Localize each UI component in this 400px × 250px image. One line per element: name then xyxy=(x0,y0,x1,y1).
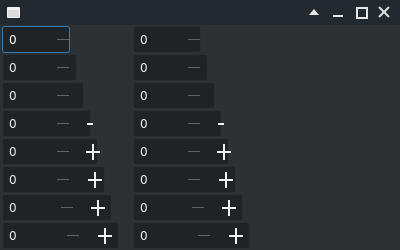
decrement-button[interactable] xyxy=(184,167,204,192)
spinbutton[interactable] xyxy=(2,222,119,249)
shade-window-icon[interactable] xyxy=(306,4,322,20)
spinbutton[interactable] xyxy=(2,82,84,109)
decrement-button[interactable] xyxy=(188,195,208,220)
decrement-button[interactable] xyxy=(53,55,73,80)
spinbutton[interactable] xyxy=(133,166,236,193)
spinbutton-value-input[interactable] xyxy=(9,227,49,244)
decrement-button[interactable] xyxy=(53,111,73,136)
decrement-button[interactable] xyxy=(184,83,204,108)
increment-button[interactable] xyxy=(97,223,119,248)
spinbutton-value-input[interactable] xyxy=(9,59,49,76)
spinbutton[interactable] xyxy=(133,138,231,165)
spinbutton-value-input[interactable] xyxy=(9,143,49,160)
spinbutton-value-input[interactable] xyxy=(140,87,180,104)
close-icon[interactable] xyxy=(376,4,392,20)
spinbutton-value-input[interactable] xyxy=(140,31,180,48)
spinbutton-value-input[interactable] xyxy=(9,115,49,132)
increment-button[interactable] xyxy=(221,195,243,220)
spinbutton[interactable] xyxy=(2,26,70,53)
decrement-button[interactable] xyxy=(53,167,73,192)
minimize-icon[interactable] xyxy=(330,4,346,20)
spinbutton[interactable] xyxy=(2,166,105,193)
spinbutton[interactable] xyxy=(2,138,100,165)
spinbutton-value-input[interactable] xyxy=(9,171,49,188)
increment-button[interactable] xyxy=(87,111,109,136)
spinbutton[interactable] xyxy=(133,26,201,53)
decrement-button[interactable] xyxy=(63,223,83,248)
spinbutton[interactable] xyxy=(2,110,93,137)
decrement-button[interactable] xyxy=(57,195,77,220)
spinbutton[interactable] xyxy=(2,194,112,221)
decrement-button[interactable] xyxy=(53,27,73,52)
spinbutton[interactable] xyxy=(2,54,77,81)
decrement-button[interactable] xyxy=(184,139,204,164)
spinbutton-value-input[interactable] xyxy=(9,199,49,216)
increment-button[interactable] xyxy=(90,195,112,220)
title-bar xyxy=(0,0,400,25)
spinbutton-value-input[interactable] xyxy=(140,143,180,160)
increment-button[interactable] xyxy=(87,167,109,192)
increment-button[interactable] xyxy=(218,167,240,192)
spinbutton-value-input[interactable] xyxy=(140,171,180,188)
spinbutton-value-input[interactable] xyxy=(140,227,180,244)
spinbutton[interactable] xyxy=(133,54,208,81)
increment-button[interactable] xyxy=(85,139,107,164)
spinbutton-value-input[interactable] xyxy=(140,199,180,216)
increment-button[interactable] xyxy=(228,223,250,248)
spinbutton-value-input[interactable] xyxy=(140,115,180,132)
decrement-button[interactable] xyxy=(194,223,214,248)
increment-button[interactable] xyxy=(218,111,240,136)
increment-button[interactable] xyxy=(216,139,238,164)
decrement-button[interactable] xyxy=(184,111,204,136)
decrement-button[interactable] xyxy=(53,139,73,164)
spinbutton-value-input[interactable] xyxy=(140,59,180,76)
maximize-icon[interactable] xyxy=(353,4,369,20)
spinbutton[interactable] xyxy=(133,222,250,249)
window-icon xyxy=(7,7,20,18)
spinbutton[interactable] xyxy=(133,194,243,221)
decrement-button[interactable] xyxy=(184,27,204,52)
spinbutton[interactable] xyxy=(133,110,224,137)
spinbutton[interactable] xyxy=(133,82,215,109)
spinbutton-value-input[interactable] xyxy=(9,31,49,48)
decrement-button[interactable] xyxy=(184,55,204,80)
decrement-button[interactable] xyxy=(53,83,73,108)
spinbutton-value-input[interactable] xyxy=(9,87,49,104)
